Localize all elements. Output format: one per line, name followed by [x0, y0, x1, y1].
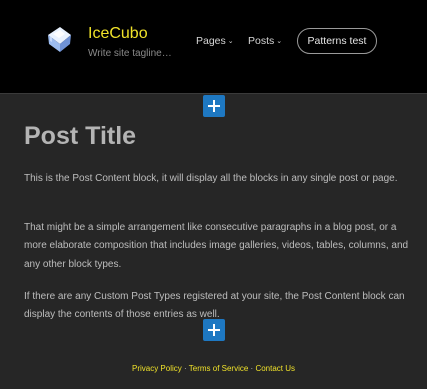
nav-item-posts-label: Posts	[248, 35, 275, 47]
nav-item-pages[interactable]: Pages ⌄	[196, 35, 234, 49]
site-tagline[interactable]: Write site tagline…	[88, 48, 172, 60]
footer-link-contact-us[interactable]: Contact Us	[255, 364, 295, 373]
nav-item-posts[interactable]: Posts ⌄	[248, 35, 282, 49]
footer-link-terms-of-service[interactable]: Terms of Service	[189, 364, 249, 373]
chevron-down-icon: ⌄	[276, 38, 283, 45]
ice-cube-icon[interactable]	[43, 23, 75, 55]
site-header: IceCubo Write site tagline… Pages ⌄ Posts…	[0, 0, 427, 94]
post-paragraph[interactable]: This is the Post Content block, it will …	[24, 170, 409, 188]
block-inserter-plus-icon[interactable]	[203, 319, 225, 341]
post-title[interactable]: Post Title	[24, 122, 136, 150]
footer-separator: ·	[181, 364, 189, 373]
post-paragraph[interactable]: That might be a simple arrangement like …	[24, 219, 409, 274]
nav-item-pages-label: Pages	[196, 35, 226, 47]
block-inserter-plus-icon[interactable]	[203, 95, 225, 117]
chevron-down-icon: ⌄	[227, 38, 234, 45]
site-footer: Privacy Policy · Terms of Service · Cont…	[0, 363, 427, 375]
footer-link-privacy-policy[interactable]: Privacy Policy	[132, 364, 182, 373]
patterns-test-button[interactable]: Patterns test	[297, 28, 377, 54]
site-title[interactable]: IceCubo	[88, 25, 148, 43]
